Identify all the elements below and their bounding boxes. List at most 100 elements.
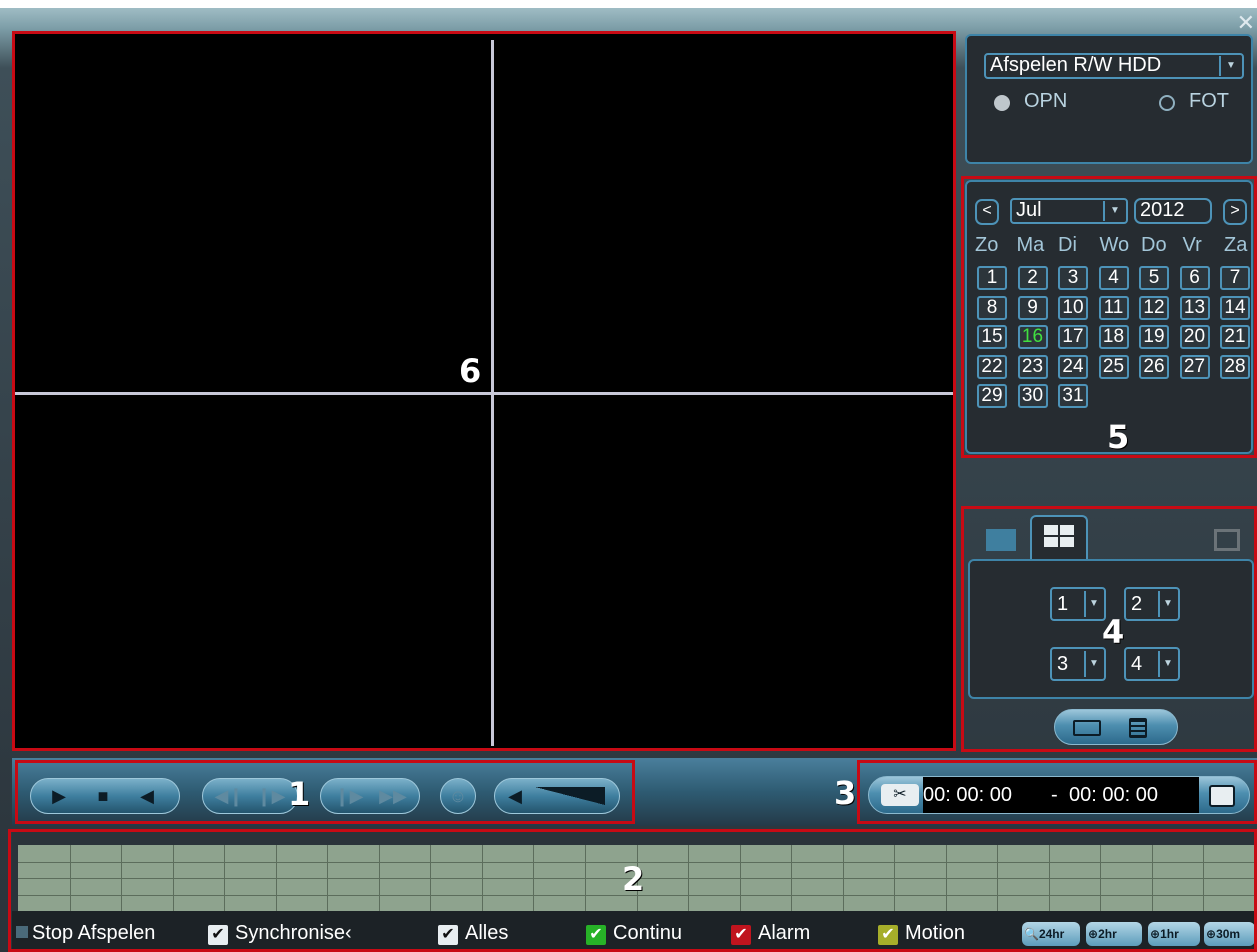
continuous-label: Continu	[613, 922, 682, 944]
fullscreen-icon[interactable]	[1214, 529, 1240, 551]
calendar-day[interactable]: 18	[1098, 325, 1129, 349]
motion-label: Motion	[905, 922, 966, 944]
stop-icon[interactable]: ■	[83, 779, 123, 813]
month-dropdown[interactable]: Jul ▼	[1010, 198, 1128, 224]
calendar-day[interactable]: 26	[1139, 354, 1169, 379]
annotation-2: 2	[622, 860, 645, 898]
chevron-down-icon: ▼	[1084, 651, 1102, 677]
search-source-panel: Afspelen R/W HDD ▼ OPN FOT	[965, 34, 1253, 164]
calendar-day[interactable]: 23	[1017, 354, 1048, 379]
calendar-day[interactable]: 5	[1139, 266, 1169, 290]
calendar-day[interactable]: 14	[1220, 295, 1250, 320]
calendar-day[interactable]: 12	[1139, 295, 1169, 320]
source-dropdown[interactable]: Afspelen R/W HDD ▼	[984, 53, 1244, 79]
sync-label: Synchronise‹	[235, 922, 352, 944]
stop-playback-label[interactable]: Stop Afspelen	[32, 922, 155, 945]
zoom-24hr-button[interactable]: 🔍24hr	[1022, 922, 1080, 946]
chevron-down-icon: ▼	[1158, 591, 1176, 617]
zoom-icon: 🔍	[1024, 927, 1039, 941]
calendar-day[interactable]: 6	[1179, 266, 1210, 290]
sync-checkbox[interactable]: ✔	[208, 925, 228, 945]
speed-group: ❙▶ ▶▶	[320, 778, 420, 814]
stop-marker	[16, 926, 28, 938]
slow-icon[interactable]: ❙▶	[327, 779, 371, 813]
channel-layout-region: 1 ▼ 2 ▼ 3 ▼ 4 ▼ 4	[961, 506, 1257, 752]
calendar-day[interactable]: 27	[1179, 354, 1210, 379]
annotation-3: 3	[834, 774, 857, 812]
calendar-day[interactable]: 17	[1058, 325, 1088, 349]
play-icon[interactable]: ▶	[39, 779, 79, 813]
calendar-day[interactable]: 2	[1017, 266, 1048, 290]
clip-controls-region: ✂ 00: 00: 00 - 00: 00: 00	[857, 760, 1257, 824]
reverse-play-icon[interactable]: ◀	[127, 779, 167, 813]
next-frame-icon[interactable]: ❙▶	[251, 779, 291, 813]
channel-select-4[interactable]: 4 ▼	[1124, 647, 1180, 681]
volume-control[interactable]: ◀	[494, 778, 620, 814]
calendar-day[interactable]: 30	[1017, 384, 1048, 408]
continuous-checkbox[interactable]: ✔	[586, 925, 606, 945]
annotation-4: 4	[1102, 613, 1125, 651]
calendar-day[interactable]: 15	[977, 325, 1007, 349]
channel-select-panel: 1 ▼ 2 ▼ 3 ▼ 4 ▼ 4	[968, 559, 1254, 699]
calendar-region: < Jul ▼ 2012 > Zo Ma Di Wo Do Vr Za 1234567891…	[961, 176, 1257, 458]
prev-month-button[interactable]: <	[975, 199, 999, 225]
weekday-label: Vr	[1182, 234, 1202, 256]
clip-bar: ✂ 00: 00: 00 - 00: 00: 00	[868, 776, 1250, 814]
play-stop-group: ▶ ■ ◀	[30, 778, 180, 814]
radio-record[interactable]	[994, 95, 1010, 111]
zoom-30m-button[interactable]: ⊕30m	[1204, 922, 1255, 946]
calendar-day[interactable]: 1	[977, 266, 1007, 290]
file-list-icon[interactable]	[1129, 718, 1147, 738]
volume-icon[interactable]: ◀	[503, 779, 527, 813]
calendar-day[interactable]: 20	[1179, 325, 1210, 349]
zoom-2hr-button[interactable]: ⊕2hr	[1086, 922, 1142, 946]
calendar-day[interactable]: 29	[977, 384, 1007, 408]
prev-frame-icon[interactable]: ◀❙	[209, 779, 249, 813]
channel-select-2[interactable]: 2 ▼	[1124, 587, 1180, 621]
weekday-label: Di	[1058, 234, 1077, 256]
close-icon[interactable]: ✕	[1237, 12, 1255, 34]
zoom-1hr-button[interactable]: ⊕1hr	[1148, 922, 1200, 946]
scissors-icon[interactable]: ✂	[881, 784, 919, 806]
channel-select-1[interactable]: 1 ▼	[1050, 587, 1106, 621]
calendar-day[interactable]: 7	[1220, 266, 1250, 290]
calendar-day[interactable]: 28	[1220, 354, 1250, 379]
annotation-1: 1	[288, 775, 311, 813]
fast-icon[interactable]: ▶▶	[371, 779, 415, 813]
save-icon[interactable]	[1209, 785, 1235, 807]
calendar-day[interactable]: 8	[977, 295, 1007, 320]
calendar-day[interactable]: 16	[1017, 325, 1048, 349]
calendar-day[interactable]: 31	[1058, 384, 1088, 408]
calendar-day[interactable]: 22	[977, 354, 1007, 379]
search-file-icon[interactable]	[1073, 720, 1101, 736]
radio-photo[interactable]	[1159, 95, 1175, 111]
calendar-day[interactable]: 4	[1098, 266, 1129, 290]
chevron-down-icon: ▼	[1158, 651, 1176, 677]
all-checkbox[interactable]: ✔	[438, 925, 458, 945]
next-month-button[interactable]: >	[1223, 199, 1247, 225]
channel-select-3[interactable]: 3 ▼	[1050, 647, 1106, 681]
radio-photo-label: FOT	[1189, 90, 1229, 112]
motion-checkbox[interactable]: ✔	[878, 925, 898, 945]
quad-view-icon	[1044, 525, 1074, 547]
volume-slider[interactable]	[535, 787, 605, 805]
calendar-day[interactable]: 25	[1098, 354, 1129, 379]
playback-controls-region: ▶ ■ ◀ ◀❙ ❙▶ 1 ❙▶ ▶▶ ☺ ◀	[15, 760, 635, 824]
video-display-area[interactable]: 6	[12, 31, 956, 751]
clip-time-field[interactable]: 00: 00: 00 - 00: 00: 00	[923, 777, 1199, 813]
single-view-icon[interactable]	[986, 529, 1016, 551]
calendar-day[interactable]: 19	[1139, 325, 1169, 349]
tab-quad-view[interactable]	[1030, 515, 1088, 559]
calendar-day[interactable]: 10	[1058, 295, 1088, 320]
smart-search-button[interactable]: ☺	[440, 778, 476, 814]
year-field[interactable]: 2012	[1134, 198, 1212, 224]
frame-step-group: ◀❙ ❙▶	[202, 778, 298, 814]
calendar-day[interactable]: 3	[1058, 266, 1088, 290]
calendar-day[interactable]: 24	[1058, 354, 1088, 379]
calendar-day[interactable]: 11	[1098, 295, 1129, 320]
calendar-day[interactable]: 13	[1179, 295, 1210, 320]
alarm-checkbox[interactable]: ✔	[731, 925, 751, 945]
calendar-day[interactable]: 21	[1220, 325, 1250, 349]
calendar-day[interactable]: 9	[1017, 295, 1048, 320]
zoom-icon: ⊕	[1206, 927, 1217, 941]
